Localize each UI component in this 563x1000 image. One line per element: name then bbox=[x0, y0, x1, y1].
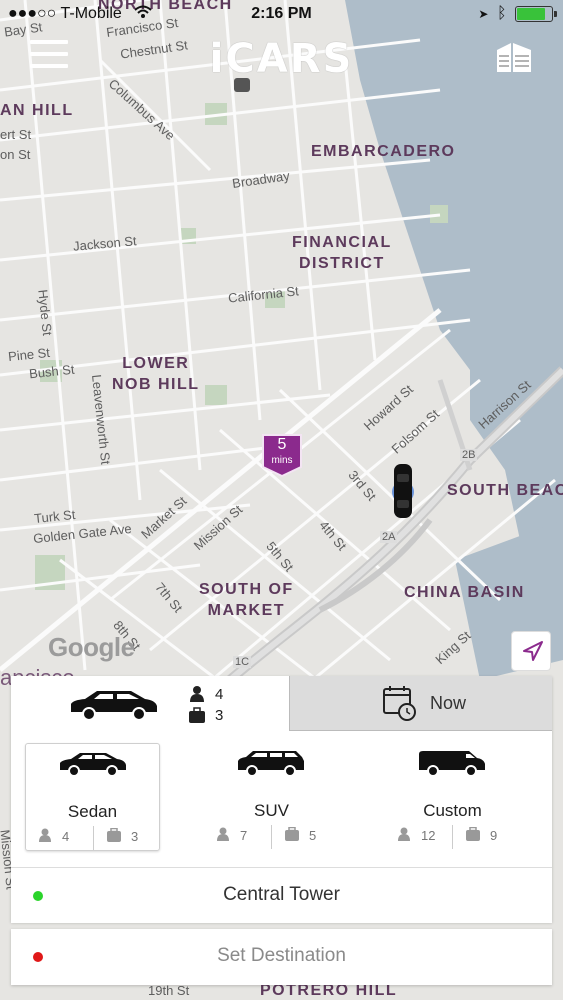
status-bar: ●●●○○ T-Mobile 2:16 PM ➤ ᛒ bbox=[0, 0, 563, 30]
vehicle-luggage: 3 bbox=[131, 829, 139, 844]
google-logo: Google bbox=[48, 632, 135, 662]
vehicle-name: SUV bbox=[254, 801, 289, 820]
luggage-icon bbox=[107, 828, 121, 842]
area-south-of-market: SOUTH OF MARKET bbox=[199, 581, 294, 619]
area-south-beach: SOUTH BEAC bbox=[447, 482, 563, 499]
area-financial-district: FINANCIAL DISTRICT bbox=[292, 234, 392, 272]
area-russian-hill: AN HILL bbox=[0, 102, 74, 119]
passenger-icon bbox=[190, 686, 204, 702]
time-label: Now bbox=[430, 693, 467, 713]
vehicle-luggage: 5 bbox=[309, 828, 317, 843]
capacity-passengers: 4 bbox=[215, 686, 224, 703]
vehicle-name: Custom bbox=[423, 801, 482, 820]
highway-label: 2A bbox=[380, 531, 398, 543]
vehicle-option-suv[interactable]: SUV 7 5 bbox=[204, 743, 339, 851]
pickup-location-field[interactable]: Central Tower bbox=[11, 867, 552, 923]
highway-label: 1C bbox=[233, 656, 252, 668]
passenger-icon bbox=[217, 827, 229, 841]
logo-emblem-icon bbox=[234, 78, 250, 92]
capacity-luggage: 3 bbox=[215, 707, 224, 724]
vehicle-capacity: 4 3 bbox=[26, 826, 159, 850]
luggage-icon bbox=[466, 827, 480, 841]
car-marker-icon bbox=[390, 462, 416, 520]
tab-vehicle[interactable]: 4 3 bbox=[11, 676, 289, 731]
building-icon[interactable] bbox=[495, 40, 533, 74]
luggage-icon bbox=[285, 827, 299, 841]
divider bbox=[93, 826, 94, 850]
pickup-label: Central Tower bbox=[223, 884, 340, 905]
luggage-icon bbox=[189, 707, 205, 723]
passenger-icon bbox=[39, 828, 51, 842]
tab-time[interactable]: Now bbox=[289, 676, 552, 731]
vehicle-capacity: 7 5 bbox=[204, 825, 339, 849]
divider bbox=[452, 825, 453, 849]
navigation-arrow-icon bbox=[523, 641, 543, 661]
location-arrow-icon: ➤ bbox=[478, 7, 489, 21]
vehicle-passengers: 7 bbox=[240, 828, 248, 843]
van-icon bbox=[419, 751, 485, 777]
suv-icon bbox=[238, 751, 304, 777]
destination-field[interactable]: Set Destination bbox=[11, 929, 552, 985]
eta-pin[interactable]: 5 mins bbox=[261, 433, 303, 477]
calendar-clock-icon bbox=[383, 686, 416, 721]
street-label: on St bbox=[0, 147, 31, 162]
passenger-icon bbox=[398, 827, 410, 841]
eta-unit: mins bbox=[271, 455, 293, 466]
area-embarcadero: EMBARCADERO bbox=[311, 143, 456, 160]
street-label: ert St bbox=[0, 127, 32, 142]
vehicle-capacity: 12 9 bbox=[385, 825, 520, 849]
battery-icon bbox=[515, 5, 557, 22]
street-label: 19th St bbox=[148, 983, 190, 998]
bluetooth-icon: ᛒ bbox=[496, 5, 507, 22]
app-logo: iCARS bbox=[209, 36, 354, 82]
vehicle-name: Sedan bbox=[67, 802, 118, 821]
locate-me-button[interactable] bbox=[511, 631, 551, 671]
destination-label: Set Destination bbox=[217, 945, 346, 966]
sedan-icon bbox=[71, 691, 157, 721]
highway-label: 2B bbox=[460, 449, 478, 461]
eta-value: 5 bbox=[277, 436, 287, 453]
vehicle-luggage: 9 bbox=[490, 828, 498, 843]
area-china-basin: CHINA BASIN bbox=[404, 584, 525, 601]
sedan-icon bbox=[60, 753, 126, 777]
area-lower-nob-hill: LOWER NOB HILL bbox=[112, 355, 200, 393]
vehicle-option-custom[interactable]: Custom 12 9 bbox=[385, 743, 520, 851]
vehicle-passengers: 4 bbox=[62, 829, 70, 844]
vehicle-option-sedan[interactable]: Sedan 4 3 bbox=[25, 743, 160, 851]
vehicle-passengers: 12 bbox=[421, 828, 436, 843]
divider bbox=[271, 825, 272, 849]
status-right: ➤ ᛒ bbox=[478, 5, 557, 23]
